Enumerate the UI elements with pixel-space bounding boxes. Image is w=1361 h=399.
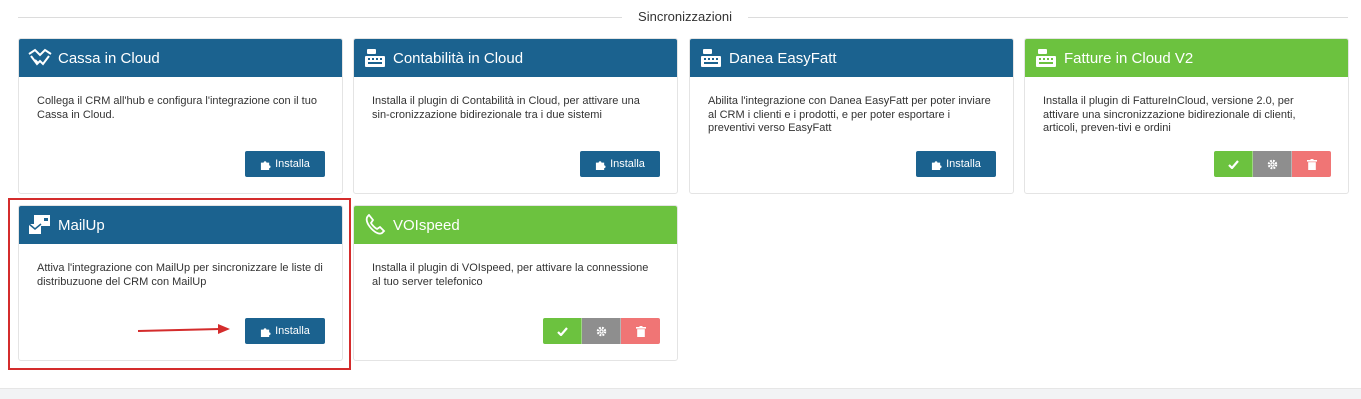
- delete-button[interactable]: [621, 318, 660, 344]
- card-title: VOIspeed: [393, 216, 460, 234]
- install-button[interactable]: Installa: [245, 318, 325, 344]
- install-label: Installa: [275, 158, 310, 170]
- card-description: Attiva l'integrazione con MailUp per sin…: [37, 262, 323, 288]
- card-title: MailUp: [58, 216, 105, 234]
- puzzle-icon: [931, 160, 942, 170]
- settings-button[interactable]: [582, 318, 621, 344]
- install-button[interactable]: Installa: [245, 151, 325, 177]
- check-icon: [1227, 159, 1239, 169]
- puzzle-icon: [260, 160, 271, 170]
- install-button[interactable]: Installa: [580, 151, 660, 177]
- divider-left: [18, 17, 622, 18]
- card-fatture-in-cloud-v2: Fatture in Cloud V2 Installa il plugin d…: [1024, 38, 1349, 194]
- gear-icon: [596, 326, 606, 336]
- phone-icon: [362, 214, 388, 236]
- card-cassa-in-cloud: Cassa in Cloud Collega il CRM all'hub e …: [18, 38, 343, 194]
- action-button-group: [1214, 151, 1331, 177]
- check-icon: [556, 326, 568, 336]
- card-header: Danea EasyFatt: [690, 39, 1013, 77]
- section-header: Sincronizzazioni: [0, 0, 1361, 34]
- mail-box-icon: [27, 214, 53, 236]
- install-label: Installa: [610, 158, 645, 170]
- card-description: Installa il plugin di Contabilità in Clo…: [372, 95, 640, 121]
- enabled-check-button[interactable]: [543, 318, 582, 344]
- cash-register-icon: [1033, 47, 1059, 69]
- card-title: Cassa in Cloud: [58, 49, 160, 67]
- card-header: MailUp: [19, 206, 342, 244]
- card-description: Collega il CRM all'hub e configura l'int…: [37, 95, 317, 121]
- annotation-arrow: [137, 324, 230, 334]
- card-title: Contabilità in Cloud: [393, 49, 524, 67]
- settings-button[interactable]: [1253, 151, 1292, 177]
- divider-right: [748, 17, 1348, 18]
- card-header: Fatture in Cloud V2: [1025, 39, 1348, 77]
- delete-button[interactable]: [1292, 151, 1331, 177]
- card-header: Cassa in Cloud: [19, 39, 342, 77]
- puzzle-icon: [595, 160, 606, 170]
- footer-band: [0, 388, 1361, 399]
- section-title: Sincronizzazioni: [638, 9, 732, 24]
- card-header: Contabilità in Cloud: [354, 39, 677, 77]
- card-description: Abilita l'integrazione con Danea EasyFat…: [708, 95, 991, 134]
- card-voispeed: VOIspeed Installa il plugin di VOIspeed,…: [353, 205, 678, 361]
- install-button[interactable]: Installa: [916, 151, 996, 177]
- enabled-check-button[interactable]: [1214, 151, 1253, 177]
- handshake-icon: [27, 47, 53, 69]
- cash-register-icon: [698, 47, 724, 69]
- card-header: VOIspeed: [354, 206, 677, 244]
- gear-icon: [1267, 159, 1277, 169]
- install-label: Installa: [275, 325, 310, 337]
- puzzle-icon: [260, 327, 271, 337]
- card-danea-easyfatt: Danea EasyFatt Abilita l'integrazione co…: [689, 38, 1014, 194]
- card-description: Installa il plugin di VOIspeed, per atti…: [372, 262, 649, 288]
- card-title: Fatture in Cloud V2: [1064, 49, 1194, 67]
- card-description: Installa il plugin di FattureInCloud, ve…: [1043, 95, 1296, 134]
- card-contabilita-in-cloud: Contabilità in Cloud Installa il plugin …: [353, 38, 678, 194]
- action-button-group: [543, 318, 660, 344]
- card-title: Danea EasyFatt: [729, 49, 837, 67]
- cash-register-icon: [362, 47, 388, 69]
- trash-icon: [1306, 158, 1317, 170]
- install-label: Installa: [946, 158, 981, 170]
- trash-icon: [635, 325, 646, 337]
